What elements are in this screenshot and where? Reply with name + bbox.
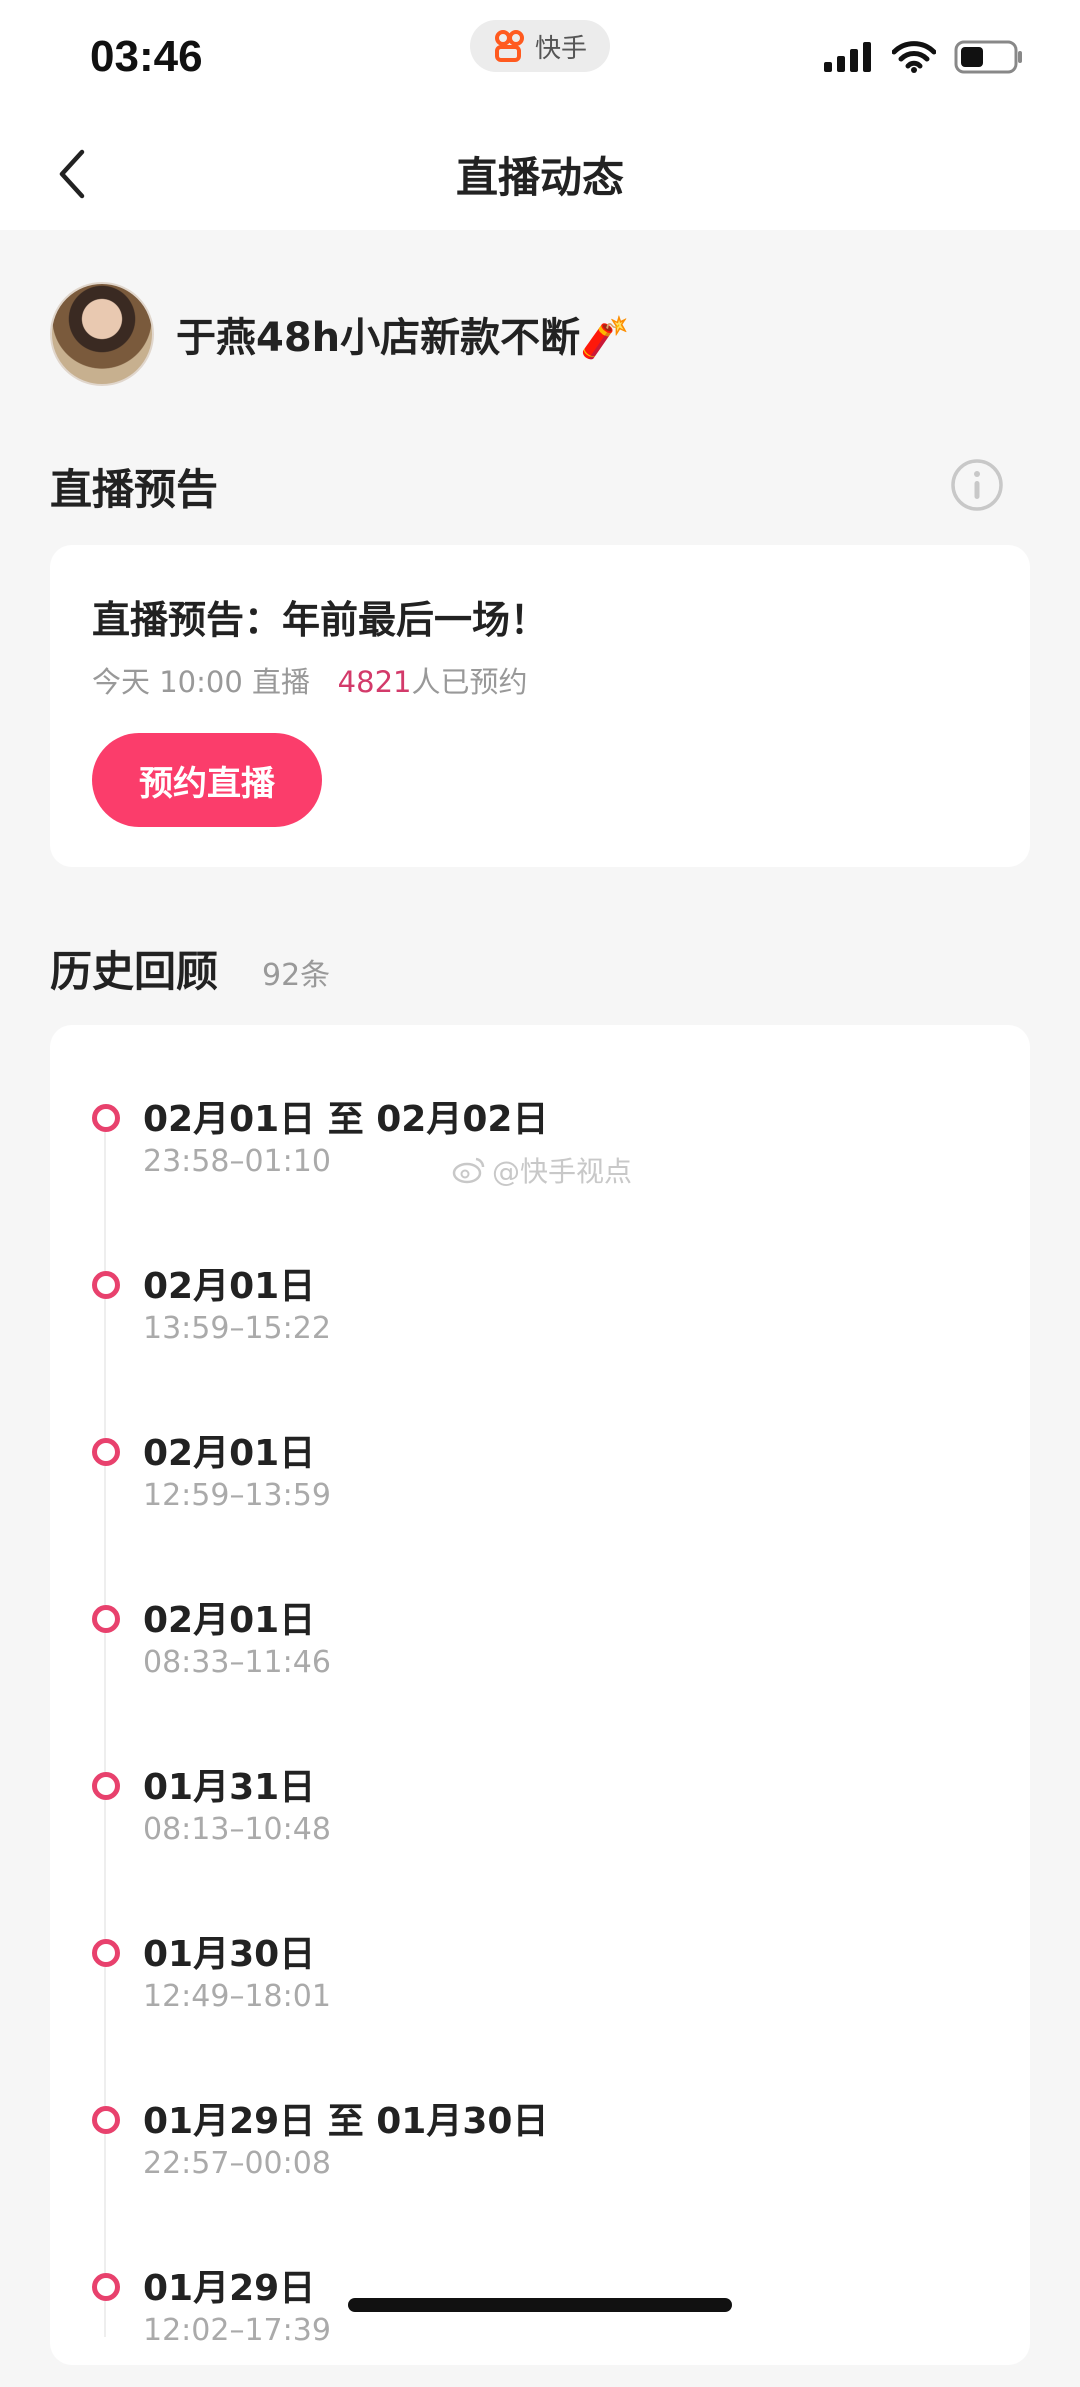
reserved-count: 4821 — [337, 665, 412, 699]
streamer-name: 于燕48h小店新款不断🧨 — [176, 315, 630, 361]
timeline-dot — [92, 1939, 120, 1967]
streamer-profile[interactable]: 于燕48h小店新款不断🧨 — [50, 282, 630, 386]
timeline-dot — [92, 2273, 120, 2301]
weibo-icon — [452, 1157, 485, 1184]
app-pill-label: 快手 — [534, 33, 587, 64]
history-time: 12:49–18:01 — [143, 1979, 331, 2014]
signal-icon — [824, 42, 871, 72]
reserve-live-button[interactable]: 预约直播 — [92, 733, 322, 827]
history-time: 12:59–13:59 — [143, 1478, 331, 1513]
history-time: 23:58–01:10 — [143, 1144, 331, 1179]
timeline-dot — [92, 1104, 120, 1132]
timeline-dot — [92, 1772, 120, 1800]
battery-icon — [954, 40, 1022, 74]
kuaishou-logo-icon — [494, 30, 524, 62]
preview-schedule: 今天 10:00 直播 — [92, 665, 311, 699]
preview-meta: 今天 10:00 直播 4821人已预约 — [92, 659, 528, 701]
history-count: 92条 — [262, 958, 331, 993]
home-indicator[interactable] — [348, 2298, 732, 2312]
timeline-line — [104, 1130, 106, 2337]
history-section-title: 历史回顾 — [50, 947, 219, 996]
history-date: 01月30日 — [143, 1934, 316, 1975]
history-date: 01月31日 — [143, 1767, 316, 1808]
history-date: 01月29日 — [143, 2268, 316, 2309]
avatar[interactable] — [50, 282, 154, 386]
timeline-dot — [92, 1271, 120, 1299]
wifi-icon — [892, 41, 936, 73]
info-icon — [951, 459, 1003, 511]
history-date: 02月01日 — [143, 1600, 316, 1641]
page-title: 直播动态 — [455, 153, 624, 202]
history-time: 08:33–11:46 — [143, 1645, 331, 1680]
reserved-suffix: 人已预约 — [411, 665, 528, 699]
history-date: 02月01日 — [143, 1433, 316, 1474]
history-time: 12:02–17:39 — [143, 2313, 331, 2348]
history-date: 01月29日 至 01月30日 — [143, 2101, 549, 2142]
history-time: 22:57–00:08 — [143, 2146, 331, 2181]
watermark: @快手视点 — [452, 1150, 632, 1190]
info-button[interactable] — [950, 458, 1004, 516]
timeline-dot — [92, 1605, 120, 1633]
live-preview-card: 直播预告：年前最后一场！ 今天 10:00 直播 4821人已预约 预约直播 — [50, 545, 1030, 867]
preview-title: 直播预告：年前最后一场！ — [92, 598, 549, 642]
history-date: 02月01日 至 02月02日 — [143, 1099, 549, 1140]
status-bar: 03:46 快手 — [0, 0, 1080, 118]
status-time: 03:46 — [90, 32, 203, 81]
nav-bar: 直播动态 — [0, 118, 1080, 230]
timeline-dot — [92, 1438, 120, 1466]
watermark-text: @快手视点 — [492, 1155, 633, 1188]
app-pill[interactable]: 快手 — [470, 20, 610, 72]
history-time: 13:59–15:22 — [143, 1311, 331, 1346]
preview-section-title: 直播预告 — [50, 465, 219, 514]
status-icons — [824, 40, 1024, 74]
timeline-dot — [92, 2106, 120, 2134]
history-time: 08:13–10:48 — [143, 1812, 331, 1847]
history-date: 02月01日 — [143, 1266, 316, 1307]
